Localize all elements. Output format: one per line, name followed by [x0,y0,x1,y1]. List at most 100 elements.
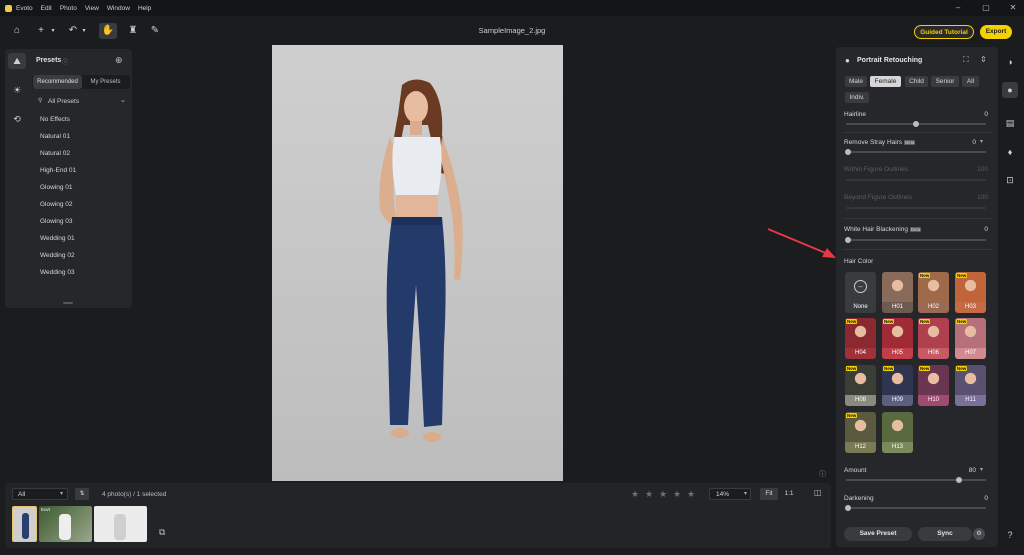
tab-all[interactable]: All [962,76,979,87]
preset-item[interactable]: Natural 01 [40,133,70,140]
filter-icon[interactable]: ⚲ [38,97,42,104]
compare-icon[interactable]: ◫ [814,488,822,497]
chevron-down-icon[interactable]: ▾ [980,466,983,473]
tab-recommended[interactable]: Recommended [33,75,82,89]
hair-color-swatch[interactable]: H08 New [845,365,876,406]
photo-canvas[interactable] [272,45,563,481]
hair-color-swatch[interactable]: H01 [882,272,913,313]
info-icon[interactable]: ⓘ [819,469,826,479]
star-icon[interactable]: ★ [673,489,681,500]
maximize-icon[interactable]: ▢ [981,3,991,13]
preset-item[interactable]: Wedding 01 [40,235,75,242]
menu-window[interactable]: Window [107,5,130,12]
preset-item[interactable]: Wedding 03 [40,269,75,276]
chevron-down-icon[interactable]: ▾ [75,23,93,39]
hair-color-swatch[interactable]: H11 New [955,365,986,406]
star-icon[interactable]: ★ [631,489,639,500]
adjust-icon[interactable]: ☀ [8,82,26,98]
zoom-select[interactable]: 14% ▾ [709,488,751,500]
sync-button[interactable]: Sync [918,527,972,541]
tab-my-presets[interactable]: My Presets [82,75,129,89]
hair-color-swatch[interactable]: H07 New [955,318,986,359]
star-icon[interactable]: ★ [645,489,653,500]
darkening-value[interactable]: 0 [984,495,988,502]
blackening-slider[interactable] [845,237,986,243]
amount-slider[interactable] [846,477,986,483]
chevron-down-icon[interactable]: ▾ [980,138,983,145]
chevron-down-icon[interactable]: ▾ [44,23,62,39]
crop-icon[interactable]: ⊡ [1002,172,1018,188]
home-icon[interactable]: ⌂ [8,23,26,39]
info-icon[interactable]: ⓘ [62,57,68,66]
brush-icon[interactable]: ✎ [146,23,164,39]
menu-app-name[interactable]: Evoto [16,5,33,12]
tab-child[interactable]: Child [905,76,928,87]
hand-icon[interactable]: ✋ [99,23,117,39]
thumbnail-3[interactable] [94,506,147,542]
hair-color-swatch[interactable]: H02 New [918,272,949,313]
menu-photo[interactable]: Photo [60,5,77,12]
darkening-slider[interactable] [845,505,986,511]
save-preset-button[interactable]: Save Preset [844,527,912,541]
hair-color-swatch[interactable]: H05 New [882,318,913,359]
hair-color-swatch[interactable]: H04 New [845,318,876,359]
menu-view[interactable]: View [85,5,99,12]
menu-edit[interactable]: Edit [41,5,52,12]
collapse-icon[interactable]: ⇕ [980,55,987,64]
stamp-icon[interactable]: ♜ [124,23,142,39]
preset-item[interactable]: No Effects [40,116,70,123]
tab-male[interactable]: Male [845,76,867,87]
tab-individual[interactable]: Indiv. [845,92,869,103]
preset-item[interactable]: High-End 01 [40,167,76,174]
history-icon[interactable]: ⟲ [8,111,26,127]
preset-item[interactable]: Glowing 01 [40,184,73,191]
add-photo-icon[interactable]: ⧉ [159,527,165,538]
preset-item[interactable]: Glowing 02 [40,201,73,208]
thumbnail-1[interactable] [12,506,37,542]
preset-item[interactable]: Natural 02 [40,150,70,157]
hair-color-swatch[interactable]: H12 New [845,412,876,453]
expand-icon[interactable]: ⛶ [963,55,969,65]
slider-handle[interactable] [956,477,962,483]
chevron-down-icon[interactable]: ⌄ [120,96,126,104]
preset-item[interactable]: Wedding 02 [40,252,75,259]
stray-hairs-value[interactable]: 0 [972,139,976,146]
tab-senior[interactable]: Senior [931,76,959,87]
amount-value[interactable]: 80 [969,467,976,474]
slider-handle[interactable] [845,505,851,511]
background-icon[interactable]: ▤ [1002,115,1018,131]
fit-button[interactable]: Fit [760,488,778,500]
guided-tutorial-button[interactable]: Guided Tutorial [914,25,974,39]
hair-color-swatch[interactable]: H10 New [918,365,949,406]
slider-handle[interactable] [845,237,851,243]
one-to-one-button[interactable]: 1:1 [780,488,798,500]
panel-resize-handle[interactable] [63,302,73,304]
star-icon[interactable]: ★ [659,489,667,500]
blackening-value[interactable]: 0 [984,226,988,233]
hair-color-swatch[interactable]: H03 New [955,272,986,313]
minimize-icon[interactable]: – [953,3,963,13]
preset-item[interactable]: Glowing 03 [40,218,73,225]
slider-handle[interactable] [913,121,919,127]
sync-settings-icon[interactable]: ⚙ [973,528,985,540]
filmstrip-filter-select[interactable]: All ▾ [12,488,68,500]
add-preset-icon[interactable]: ⊕ [115,55,123,66]
presets-filter[interactable]: All Presets [48,98,79,105]
face-retouch-icon[interactable]: ● [1002,82,1018,98]
thumbnail-2[interactable]: Eovt [39,506,92,542]
slider-handle[interactable] [845,149,851,155]
star-icon[interactable]: ★ [687,489,695,500]
close-icon[interactable]: ✕ [1008,3,1018,13]
hairline-slider[interactable] [846,121,986,127]
help-icon[interactable]: ? [1002,527,1018,543]
menu-help[interactable]: Help [138,5,151,12]
sort-icon[interactable]: ⇅ [75,488,89,500]
presets-icon[interactable]: ⛰ [8,53,26,69]
hair-color-swatch[interactable]: H13 [882,412,913,453]
export-button[interactable]: Export [980,25,1012,39]
palette-icon[interactable]: ◑ [1002,54,1018,70]
hair-color-swatch[interactable]: H06 New [918,318,949,359]
hair-color-none[interactable]: – None [845,272,876,313]
hair-color-swatch[interactable]: H09 New [882,365,913,406]
clothing-icon[interactable]: ♦ [1002,144,1018,160]
